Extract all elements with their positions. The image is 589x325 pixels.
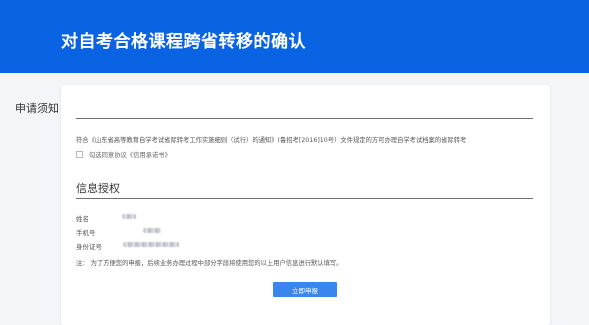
id-number-label: 身份证号	[76, 243, 102, 251]
info-note: 注： 为了方便您的申报，后续业务办理过程中部分字段将使用您的以上用户信息进行默认…	[76, 260, 343, 267]
phone-value-masked	[143, 228, 161, 233]
name-label: 姓名	[76, 215, 89, 223]
page-title: 对自考合格课程跨省转移的确认	[61, 32, 306, 52]
submit-button[interactable]: 立即申报	[273, 282, 337, 297]
id-number-value-masked	[123, 242, 179, 247]
notice-divider	[76, 118, 533, 119]
phone-label: 手机号	[76, 229, 96, 237]
notice-section-title: 申请须知	[15, 102, 59, 115]
agreement-checkbox[interactable]	[76, 151, 83, 158]
name-value-masked	[122, 214, 136, 219]
info-divider	[76, 198, 533, 199]
agreement-row[interactable]: 勾选同意协议《信用承诺书》	[76, 150, 171, 159]
header-banner: 对自考合格课程跨省转移的确认	[0, 0, 589, 73]
agreement-label[interactable]: 勾选同意协议《信用承诺书》	[89, 150, 171, 159]
notice-text: 符合《山东省高等教育自学考试省际转考工作实施细则（试行）的通知》(鲁招考[201…	[76, 137, 467, 144]
info-section-title: 信息授权	[76, 182, 120, 195]
